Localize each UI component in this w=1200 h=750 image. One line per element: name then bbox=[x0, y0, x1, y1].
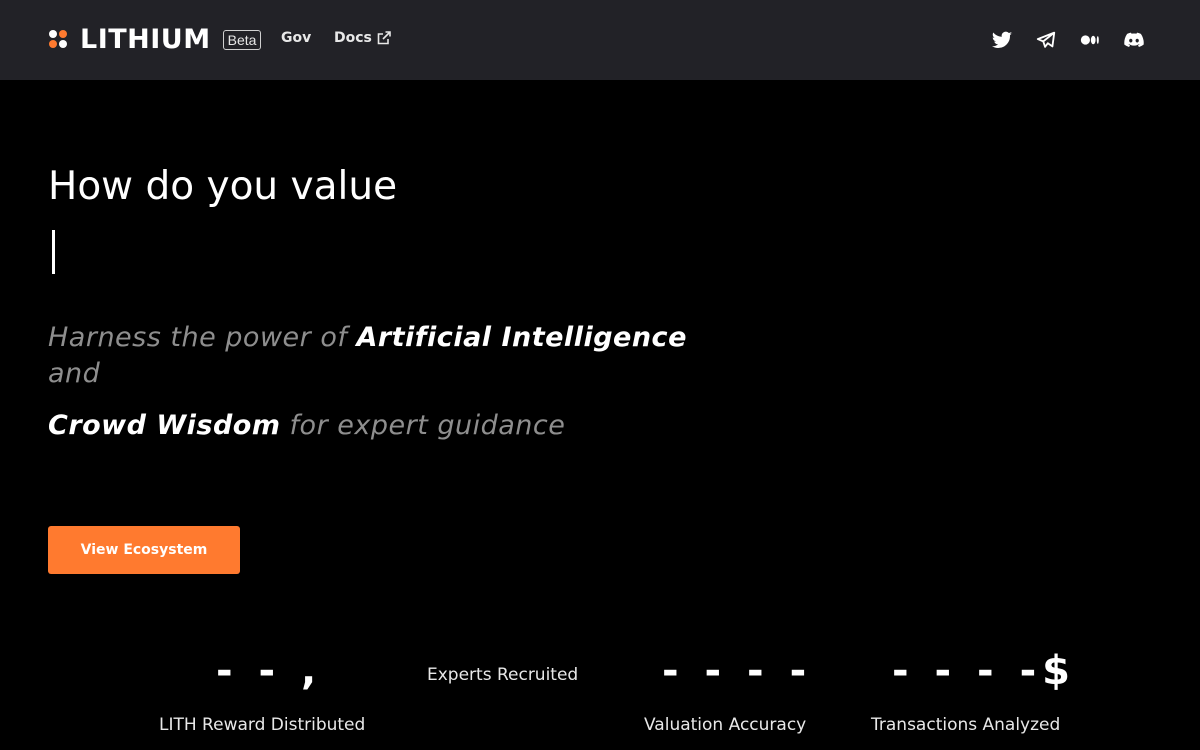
discord-icon[interactable] bbox=[1123, 29, 1145, 51]
typing-cursor bbox=[52, 230, 55, 274]
twitter-icon[interactable] bbox=[991, 29, 1013, 51]
hero-title: How do you value bbox=[48, 164, 398, 209]
stat-label-lith-reward: LITH Reward Distributed bbox=[159, 715, 366, 735]
subtitle-text: and bbox=[48, 358, 101, 389]
stat-value-transactions: - - - -$ bbox=[892, 648, 1077, 694]
nav-link-docs[interactable]: Docs bbox=[334, 30, 392, 46]
view-ecosystem-button[interactable]: View Ecosystem bbox=[48, 526, 240, 574]
logo-dots-icon bbox=[48, 29, 70, 51]
stat-label-transactions: Transactions Analyzed bbox=[871, 715, 1061, 735]
telegram-icon[interactable] bbox=[1035, 29, 1057, 51]
brand-name: LITHIUM bbox=[80, 24, 211, 55]
stat-label-valuation-accuracy: Valuation Accuracy bbox=[644, 715, 807, 735]
nav-link-gov[interactable]: Gov bbox=[281, 30, 311, 46]
hero-subtitle-line-3: Crowd Wisdom for expert guidance bbox=[48, 410, 565, 441]
beta-badge: Beta bbox=[222, 30, 262, 50]
hero-subtitle-line-1: Harness the power of Artificial Intellig… bbox=[48, 322, 687, 353]
medium-icon[interactable] bbox=[1079, 29, 1101, 51]
stat-value-lith-reward: - - , bbox=[216, 648, 323, 694]
stat-value-valuation-accuracy: - - - - bbox=[662, 648, 813, 694]
hero-subtitle-line-2: and bbox=[48, 358, 100, 389]
brand-logo[interactable]: LITHIUM Beta bbox=[48, 24, 262, 55]
subtitle-highlight-crowd: Crowd Wisdom bbox=[48, 410, 281, 441]
external-link-icon bbox=[377, 31, 391, 45]
subtitle-text: Harness the power of bbox=[48, 322, 357, 353]
nav-docs-label: Docs bbox=[334, 30, 372, 46]
subtitle-text: for expert guidance bbox=[280, 410, 566, 441]
stat-label-experts: Experts Recruited bbox=[427, 665, 579, 685]
subtitle-highlight-ai: Artificial Intelligence bbox=[356, 322, 687, 353]
top-navbar: LITHIUM Beta Gov Docs bbox=[0, 0, 1200, 80]
